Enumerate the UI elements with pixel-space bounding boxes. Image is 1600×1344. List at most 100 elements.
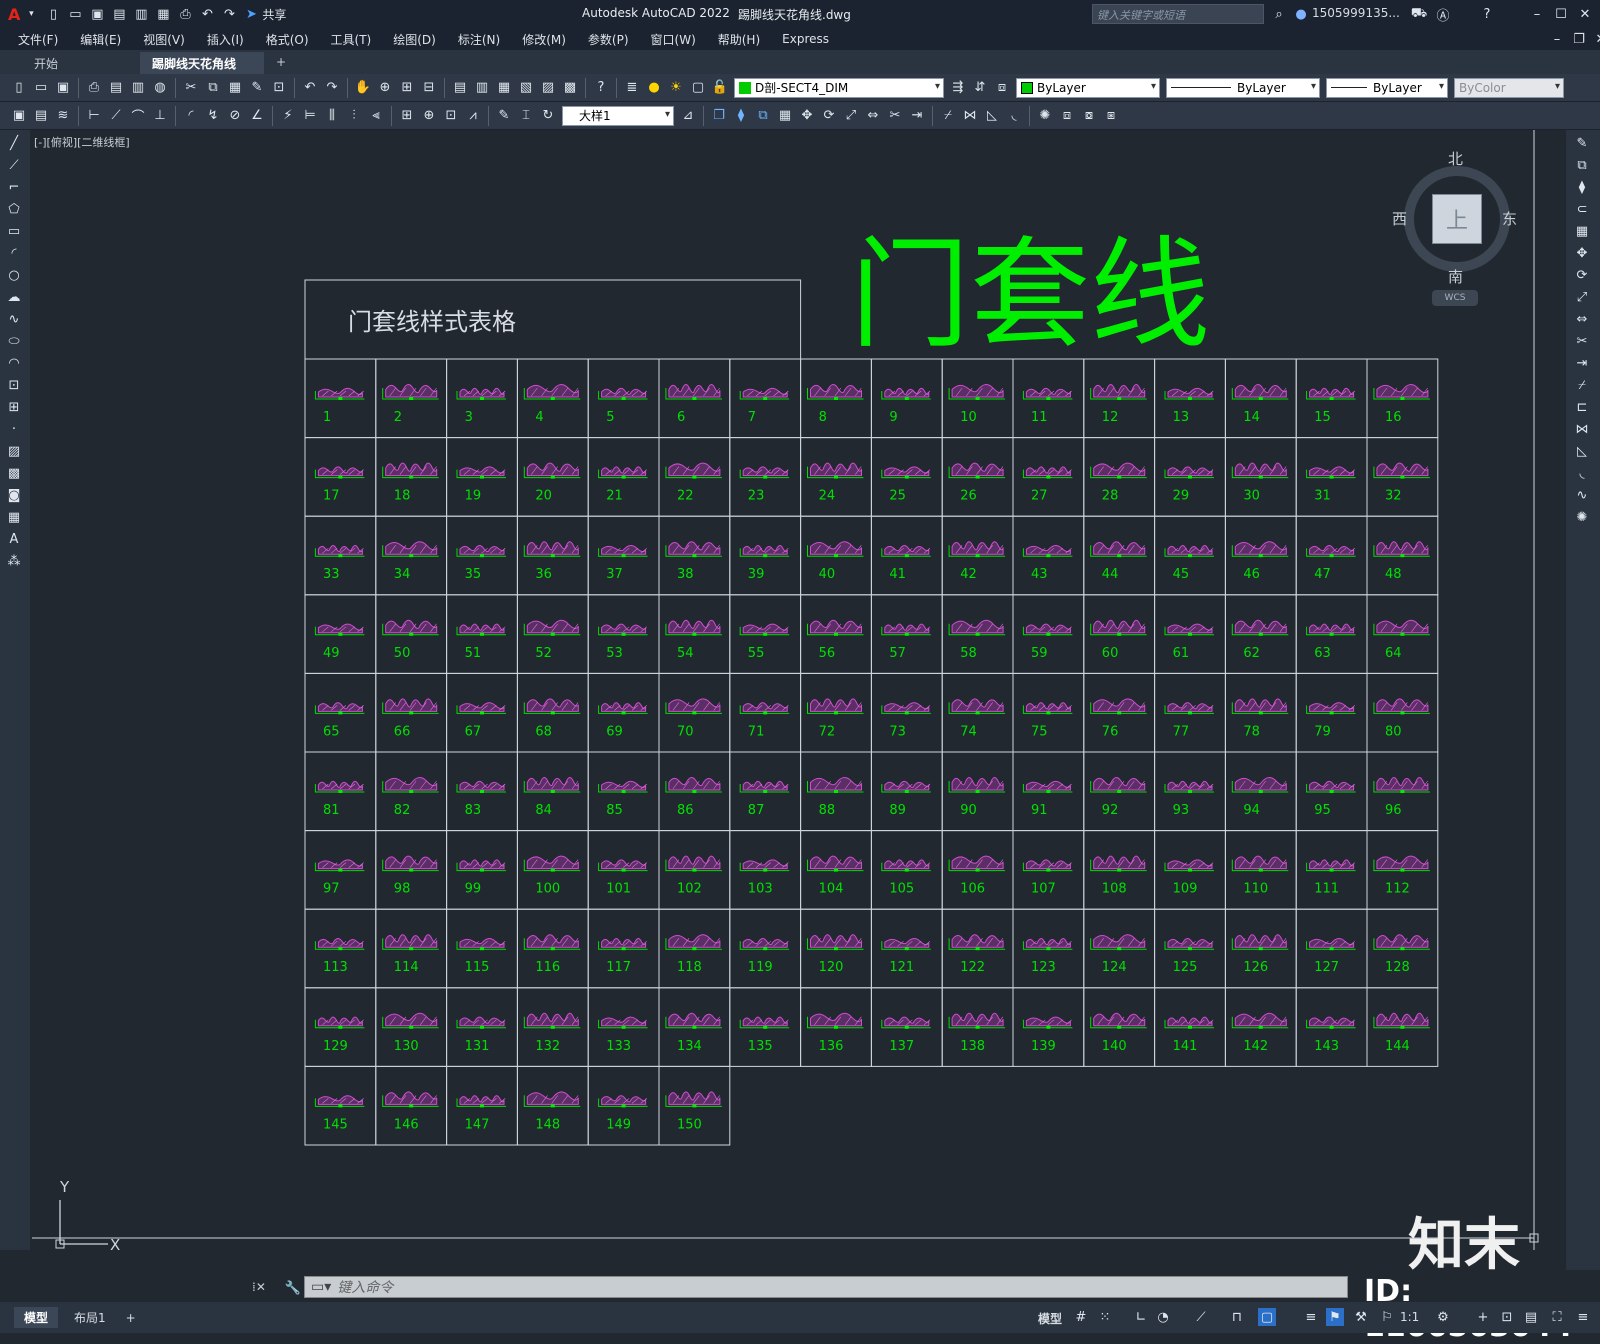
mtext-icon[interactable]: A bbox=[5, 530, 23, 548]
3d-print-icon[interactable]: ◍ bbox=[151, 79, 169, 97]
trim-icon[interactable]: ✂ bbox=[886, 107, 904, 125]
print-icon[interactable]: ⎙ bbox=[176, 5, 194, 23]
dim-edit-icon[interactable]: ✎ bbox=[495, 107, 513, 125]
command-input[interactable]: 键入命令 bbox=[337, 1277, 393, 1297]
dim-arc-icon[interactable]: ⌒ bbox=[129, 107, 147, 125]
break-point-icon-r[interactable]: ⌿ bbox=[1573, 376, 1591, 394]
menu-tools[interactable]: 工具(T) bbox=[331, 31, 372, 48]
share-button[interactable]: 共享 bbox=[262, 6, 286, 23]
move-icon-r[interactable]: ✥ bbox=[1573, 244, 1591, 262]
snap-icon[interactable]: ⁙ bbox=[1096, 1308, 1114, 1326]
block-editor-icon[interactable]: ⊡ bbox=[270, 79, 288, 97]
layer-vp-icon[interactable]: ▢ bbox=[689, 79, 707, 97]
customization-icon[interactable]: ≡ bbox=[1574, 1308, 1592, 1326]
chamfer-icon-r[interactable]: ◺ bbox=[1573, 442, 1591, 460]
dim-angular-icon[interactable]: ∠ bbox=[248, 107, 266, 125]
extend-icon[interactable]: ⇥ bbox=[908, 107, 926, 125]
undo-icon-2[interactable]: ↶ bbox=[301, 79, 319, 97]
user-icon[interactable]: ● bbox=[1292, 5, 1310, 23]
tab-start[interactable]: 开始 bbox=[22, 52, 140, 74]
menu-insert[interactable]: 插入(I) bbox=[207, 31, 244, 48]
move-icon[interactable]: ✥ bbox=[798, 107, 816, 125]
line-icon[interactable]: ╱ bbox=[5, 134, 23, 152]
menu-dimension[interactable]: 标注(N) bbox=[458, 31, 500, 48]
markup-icon[interactable]: ▨ bbox=[539, 79, 557, 97]
region-icon[interactable]: ◙ bbox=[5, 486, 23, 504]
zoom-window-icon[interactable]: ⊞ bbox=[398, 79, 416, 97]
dim-style-icon[interactable]: ⊿ bbox=[679, 107, 697, 125]
osnap-icon[interactable]: ⊓ bbox=[1228, 1308, 1246, 1326]
inspect-icon[interactable]: ⊡ bbox=[442, 107, 460, 125]
zoom-previous-icon[interactable]: ⊟ bbox=[420, 79, 438, 97]
web-save-icon[interactable]: ▦ bbox=[154, 5, 172, 23]
web-open-icon[interactable]: ▥ bbox=[132, 5, 150, 23]
viewcube-face[interactable]: 上 bbox=[1432, 194, 1482, 244]
array-icon-r[interactable]: ▦ bbox=[1573, 222, 1591, 240]
user-name[interactable]: 1505999135... bbox=[1312, 6, 1400, 20]
units-icon[interactable]: ⊡ bbox=[1498, 1308, 1516, 1326]
paste-icon[interactable]: ▦ bbox=[226, 79, 244, 97]
workspace-switch-icon[interactable]: ⚙ bbox=[1434, 1308, 1452, 1326]
dropdown-icon[interactable]: ▾ bbox=[22, 5, 40, 23]
match-prop-icon[interactable]: ✎ bbox=[248, 79, 266, 97]
copy-icon[interactable]: ⧉ bbox=[204, 79, 222, 97]
polar-icon[interactable]: ◔ bbox=[1154, 1308, 1172, 1326]
model-space-button[interactable]: 模型 bbox=[1038, 1310, 1062, 1327]
tolerance-icon[interactable]: ⊞ bbox=[398, 107, 416, 125]
scale-icon-r[interactable]: ⤢ bbox=[1573, 288, 1591, 306]
ortho-icon[interactable]: ∟ bbox=[1132, 1308, 1150, 1326]
quick-properties-icon[interactable]: ▤ bbox=[1522, 1308, 1540, 1326]
isodraft-icon[interactable]: ⟋ bbox=[1192, 1308, 1210, 1326]
pan-icon[interactable]: ✋ bbox=[354, 79, 372, 97]
autodesk-account-icon[interactable]: Ⓐ bbox=[1434, 5, 1452, 24]
insert-block-icon[interactable]: ⊡ bbox=[5, 376, 23, 394]
layer-properties-icon[interactable]: ≣ bbox=[623, 79, 641, 97]
circle-icon[interactable]: ○ bbox=[5, 266, 23, 284]
ellipse-icon[interactable]: ⬭ bbox=[5, 332, 23, 350]
auto-scale-icon[interactable]: ⚒ bbox=[1352, 1308, 1370, 1326]
cut-icon[interactable]: ✂ bbox=[182, 79, 200, 97]
command-history-icon[interactable]: ▭▾ bbox=[311, 1279, 331, 1295]
save-icon[interactable]: ▣ bbox=[88, 5, 106, 23]
doc-close-icon[interactable]: ✕ bbox=[1592, 30, 1600, 48]
minimize-icon[interactable]: – bbox=[1528, 5, 1546, 23]
viewcube[interactable]: 上 北 南 西 东 WCS bbox=[1392, 148, 1522, 308]
menu-help[interactable]: 帮助(H) bbox=[718, 31, 760, 48]
help-icon[interactable]: ? bbox=[1478, 5, 1496, 23]
open-icon[interactable]: ▭ bbox=[32, 79, 50, 97]
redo-icon[interactable]: ↷ bbox=[220, 5, 238, 23]
command-line[interactable]: ▭▾ 键入命令 bbox=[304, 1276, 1348, 1298]
ellipse-arc-icon[interactable]: ◠ bbox=[5, 354, 23, 372]
compass-east[interactable]: 东 bbox=[1502, 208, 1517, 229]
extend-icon-r[interactable]: ⇥ bbox=[1573, 354, 1591, 372]
hatch-icon[interactable]: ▨ bbox=[5, 442, 23, 460]
ungroup-icon[interactable]: ⧇ bbox=[1080, 107, 1098, 125]
cart-icon[interactable]: ⛟ bbox=[1410, 5, 1428, 23]
zoom-realtime-icon[interactable]: ⊕ bbox=[376, 79, 394, 97]
compass-west[interactable]: 西 bbox=[1392, 208, 1407, 229]
layer-lock-icon[interactable]: 🔓 bbox=[711, 79, 729, 97]
copy-obj-icon[interactable]: ❐ bbox=[710, 107, 728, 125]
qnew-icon[interactable]: ▯ bbox=[10, 79, 28, 97]
offset-icon-r[interactable]: ⊂ bbox=[1573, 200, 1591, 218]
annotation-scale-icon[interactable]: ⚐ bbox=[1378, 1308, 1396, 1326]
help-icon-2[interactable]: ? bbox=[592, 79, 610, 97]
compass-south[interactable]: 南 bbox=[1448, 266, 1463, 287]
plotstyle-combo[interactable]: ByColor ▾ bbox=[1454, 77, 1564, 98]
fillet-icon[interactable]: ◟ bbox=[1005, 107, 1023, 125]
erase-icon[interactable]: ✎ bbox=[1573, 134, 1591, 152]
array-icon[interactable]: ▦ bbox=[776, 107, 794, 125]
sheet-set-icon[interactable]: ▧ bbox=[517, 79, 535, 97]
dim-space-icon[interactable]: ⫶ bbox=[345, 107, 363, 125]
layer-combo[interactable]: D剖-SECT4_DIM ▾ bbox=[734, 77, 944, 98]
grid-icon[interactable]: # bbox=[1072, 1308, 1090, 1326]
join-icon-r[interactable]: ⋈ bbox=[1573, 420, 1591, 438]
annotation-visibility-icon[interactable]: ⚑ bbox=[1326, 1308, 1344, 1326]
dim-linear-icon[interactable]: ⊢ bbox=[85, 107, 103, 125]
tool-palettes-icon[interactable]: ▦ bbox=[495, 79, 513, 97]
fillet-icon-r[interactable]: ◟ bbox=[1573, 464, 1591, 482]
dim-jogged-icon[interactable]: ↯ bbox=[204, 107, 222, 125]
dim-radius-icon[interactable]: ◜ bbox=[182, 107, 200, 125]
dimstyle-combo[interactable]: 大样1 ▾ bbox=[562, 105, 674, 126]
polyline-icon[interactable]: ⌐ bbox=[5, 178, 23, 196]
